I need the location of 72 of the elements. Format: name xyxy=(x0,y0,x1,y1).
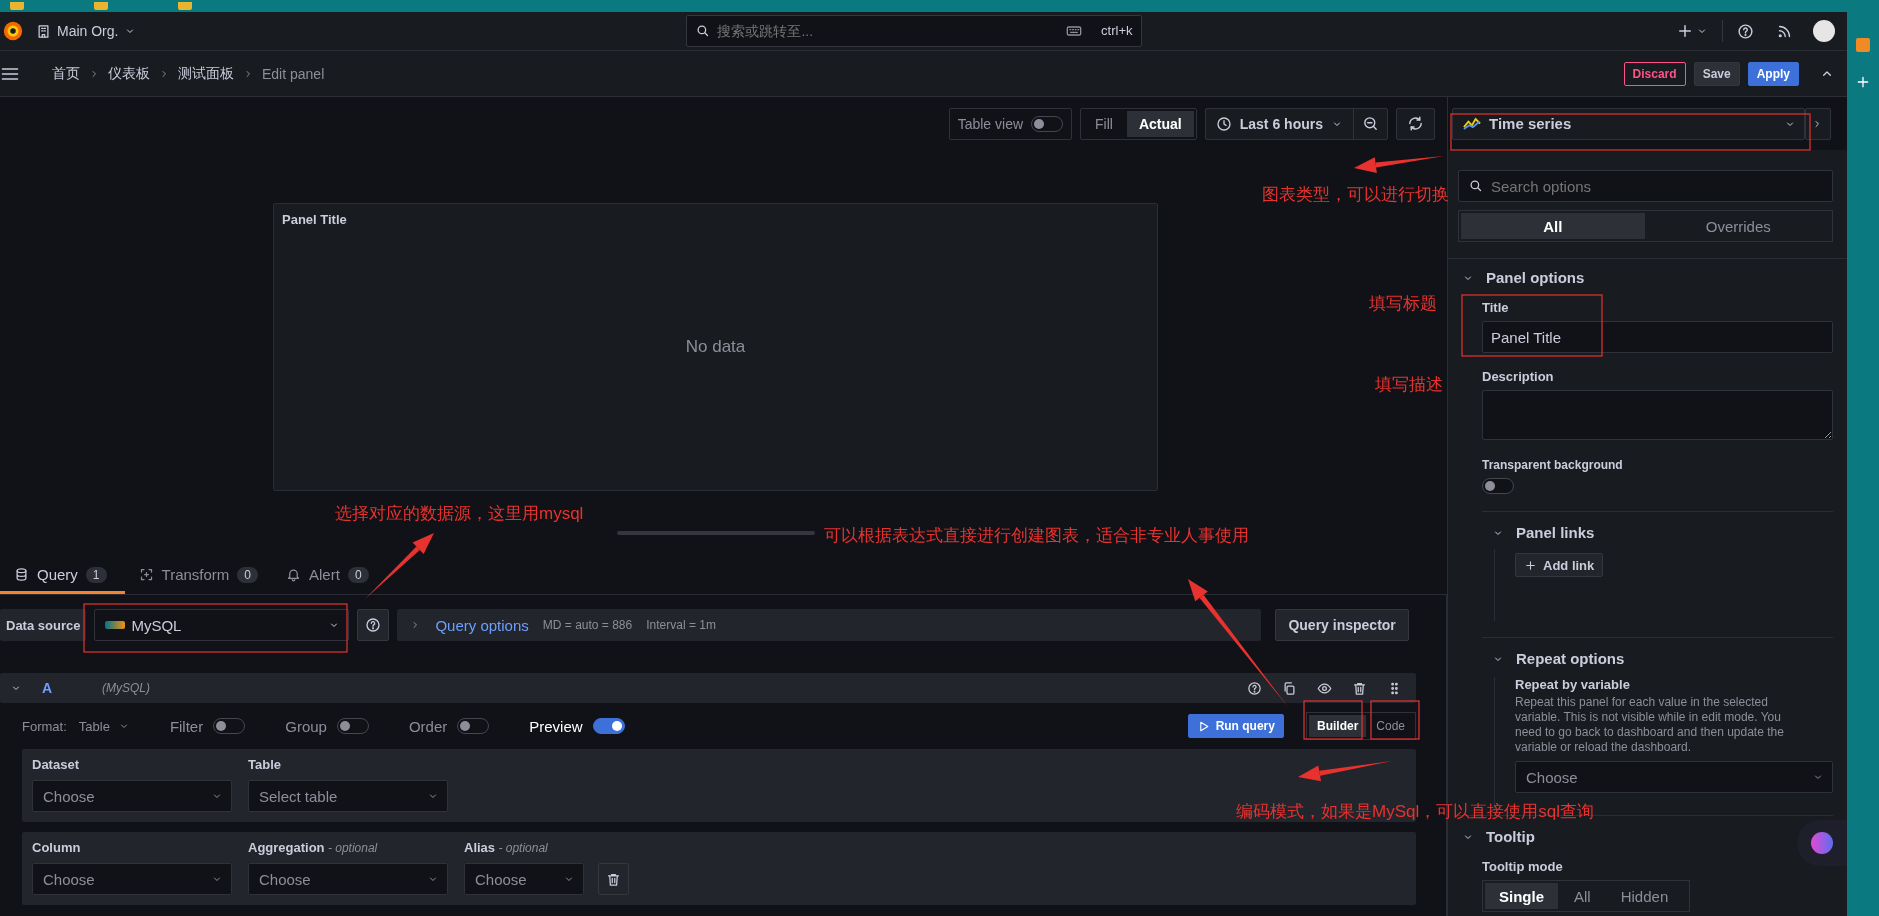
tab[interactable]: Transform 0 xyxy=(124,558,273,594)
count-badge: 0 xyxy=(237,566,259,583)
section-header[interactable]: Repeat options xyxy=(1492,650,1625,667)
tab[interactable]: Alert 0 xyxy=(272,558,383,594)
tab[interactable]: All xyxy=(1461,213,1645,239)
field-label: Description xyxy=(1482,369,1555,384)
title-input[interactable]: Panel Title xyxy=(1482,321,1833,353)
select-field[interactable]: Choose xyxy=(248,863,448,895)
panel-title: Panel Title xyxy=(281,211,348,227)
annotation-text: 编码模式，如果是MySql，可以直接使用sql查询 xyxy=(1236,801,1594,823)
tab[interactable]: Overrides xyxy=(1646,213,1830,239)
select-field[interactable]: Choose xyxy=(32,863,232,895)
section-header[interactable]: Panel links xyxy=(1492,524,1595,541)
query-source: (MySQL) xyxy=(102,681,150,695)
field-label: Tooltip mode xyxy=(1482,859,1564,874)
count-badge: 0 xyxy=(347,566,369,583)
field-label: Table xyxy=(248,757,282,772)
radio-option[interactable]: Single xyxy=(1485,883,1558,909)
query-options-link[interactable]: Query options xyxy=(435,616,529,634)
query-ref[interactable]: A xyxy=(42,680,82,696)
annotation-text: 可以根据表达式直接进行创建图表，适合非专业人事使用 xyxy=(824,525,1249,547)
breadcrumb-link[interactable]: 首页 xyxy=(52,64,80,83)
breadcrumb-link[interactable]: 仪表板 xyxy=(108,64,150,83)
run-query-button[interactable]: Run query xyxy=(1187,714,1284,738)
table-view-toggle[interactable]: Table view xyxy=(948,107,1073,140)
select-field[interactable]: Choose xyxy=(32,780,232,812)
annotation-text: 选择对应的数据源，这里用mysql xyxy=(335,503,584,525)
toggle-label: Group xyxy=(285,717,327,735)
visualization-picker[interactable]: Time series xyxy=(1452,107,1805,140)
annotation-text: 图表类型，可以进行切换 xyxy=(1262,184,1449,206)
section-header[interactable]: Tooltip xyxy=(1462,828,1535,845)
search-field[interactable]: Search options xyxy=(1458,170,1833,202)
no-data-message: No data xyxy=(685,336,746,357)
data-source-picker[interactable]: MySQL xyxy=(94,609,350,641)
query-inspector-button[interactable]: Query inspector xyxy=(1275,609,1409,641)
toggle-label: Filter xyxy=(169,717,204,735)
mode-option[interactable]: Code xyxy=(1368,715,1413,737)
field-label: Column xyxy=(32,840,82,855)
toggle-label: Order xyxy=(408,717,448,735)
field-label: Aggregation - optional xyxy=(248,840,379,855)
select-field[interactable]: Choose xyxy=(464,863,584,895)
radio-option[interactable]: Hidden xyxy=(1606,883,1683,909)
field-label: Repeat by variable xyxy=(1515,677,1631,692)
field-label: Alias - optional xyxy=(464,840,549,855)
count-badge: 1 xyxy=(85,566,107,583)
radio-option[interactable]: Fill xyxy=(1083,110,1125,137)
breadcrumb-link[interactable]: 测试面板 xyxy=(178,64,234,83)
annotation-text: 填写标题 xyxy=(1369,293,1437,315)
field-label: Transparent background xyxy=(1482,458,1624,472)
breadcrumb-current[interactable]: Edit panel xyxy=(262,65,325,82)
format-select[interactable]: Table xyxy=(78,718,130,734)
field-label: Title xyxy=(1482,300,1510,315)
save-button[interactable]: Save xyxy=(1693,61,1740,86)
field-description: Repeat this panel for each value in the selected variable. This is not visible while in edit mode. You need to go back to dashboard and then update the variable or reload the dashboard. xyxy=(1515,695,1785,755)
add-link-button[interactable]: Add link xyxy=(1515,553,1604,577)
apply-button[interactable]: Apply xyxy=(1747,61,1799,86)
discard-button[interactable]: Discard xyxy=(1623,61,1686,86)
toggle-label: Preview xyxy=(529,717,583,735)
select-field[interactable]: Choose xyxy=(1515,761,1833,793)
radio-option[interactable]: Actual xyxy=(1126,110,1194,137)
select-field[interactable]: Select table xyxy=(248,780,448,812)
section-header[interactable]: Panel options xyxy=(1462,269,1585,286)
shortcut-hint: ctrl+k xyxy=(1101,23,1133,38)
radio-option[interactable]: All xyxy=(1560,883,1605,909)
field-label: Dataset xyxy=(32,757,80,772)
mode-option[interactable]: Builder xyxy=(1308,715,1367,737)
field-label: Data source xyxy=(0,609,87,641)
org-switcher[interactable]: Main Org. xyxy=(36,23,137,39)
annotation-text: 填写描述 xyxy=(1375,374,1443,396)
max-data-points: MD = auto = 886 xyxy=(542,618,633,632)
interval-info: Interval = 1m xyxy=(646,618,716,632)
field-label: Format: xyxy=(22,718,67,734)
